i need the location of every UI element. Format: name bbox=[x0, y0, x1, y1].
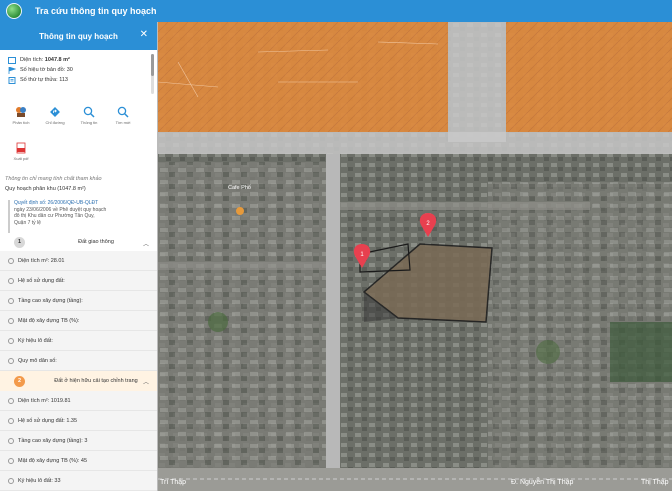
area-icon bbox=[8, 56, 16, 64]
section-1: 1 Đất giao thông ︿ Diện tích m²: 28.01 H… bbox=[0, 233, 157, 371]
bullet-icon bbox=[8, 477, 14, 484]
section-1-label: Đất giao thông bbox=[78, 238, 114, 245]
map-view[interactable]: 1 2 Cafe Phố Trí Thập Đ. Nguyễn Thị Thập… bbox=[158, 22, 672, 491]
app-title: Tra cứu thông tin quy hoạch bbox=[35, 6, 157, 16]
bullet-icon bbox=[8, 297, 14, 304]
bullet-icon bbox=[8, 277, 14, 284]
flag-icon bbox=[8, 66, 16, 74]
bullet-icon bbox=[8, 337, 14, 344]
action-bar: Phân tích Chỉ đường Thông tin Tìm mới bbox=[0, 106, 157, 142]
field-row: Diện tích m²: 28.01 bbox=[0, 251, 157, 271]
analysis-icon bbox=[16, 107, 26, 117]
bullet-icon bbox=[8, 397, 14, 404]
search-icon bbox=[117, 106, 129, 118]
parcel-info: Diện tích: 1047.8 m² Số hiệu tờ bản đồ: … bbox=[0, 50, 157, 106]
bullet-icon bbox=[8, 357, 14, 364]
section-1-header[interactable]: 1 Đất giao thông ︿ bbox=[0, 233, 157, 251]
decision-line-4: Quận 7 tỷ lệ bbox=[14, 219, 41, 226]
section-2-fields: Diện tích m²: 1019.81 Hệ số sử dụng đất:… bbox=[0, 391, 157, 491]
field-row: Tầng cao xây dựng (tầng): bbox=[0, 291, 157, 311]
top-bar: Tra cứu thông tin quy hoạch bbox=[0, 0, 672, 22]
road-label-right: Thị Thập bbox=[641, 479, 669, 486]
scrollbar[interactable] bbox=[150, 54, 155, 94]
field-row: Mật độ xây dựng TB (%): 45 bbox=[0, 451, 157, 471]
section-2: 2 Đất ở hiện hữu cải tạo chỉnh trang ︿ D… bbox=[0, 371, 157, 491]
field-row: Quy mô dân số: bbox=[0, 351, 157, 371]
action-thong-tin[interactable]: Thông tin bbox=[72, 106, 106, 142]
action-chi-duong[interactable]: Chỉ đường bbox=[38, 106, 72, 142]
section-2-label: Đất ở hiện hữu cải tạo chỉnh trang bbox=[54, 377, 138, 384]
field-row: Hệ số sử dụng đất: bbox=[0, 271, 157, 291]
close-icon[interactable]: ✕ bbox=[140, 30, 148, 40]
directions-icon bbox=[50, 107, 60, 117]
panel-header: Thông tin quy hoạch ✕ bbox=[0, 22, 157, 50]
decision-block: Quyết định số: 26/2006/QĐ-UB-QLĐT ngày 2… bbox=[8, 200, 153, 233]
section-1-number: 1 bbox=[14, 236, 25, 248]
bullet-icon bbox=[8, 257, 14, 264]
section-2-number: 2 bbox=[14, 375, 25, 387]
map-canvas[interactable]: 1 2 Cafe Phố Trí Thập Đ. Nguyễn Thị Thập… bbox=[158, 22, 672, 491]
section-1-fields: Diện tích m²: 28.01 Hệ số sử dụng đất: T… bbox=[0, 251, 157, 371]
field-row: Ký hiệu lô đất: 33 bbox=[0, 471, 157, 491]
bullet-icon bbox=[8, 437, 14, 444]
road-label-main: Đ. Nguyễn Thị Thập bbox=[511, 477, 573, 486]
road-label-left: Trí Thập bbox=[160, 479, 186, 486]
info-area: Diện tích: 1047.8 m² bbox=[8, 55, 157, 65]
zoom-info-icon bbox=[83, 106, 95, 118]
field-row: Mật độ xây dựng TB (%): bbox=[0, 311, 157, 331]
action-tim-moi[interactable]: Tìm mới bbox=[106, 106, 140, 142]
cafe-label: Cafe Phố bbox=[228, 185, 251, 191]
cafe-icon bbox=[236, 207, 244, 215]
export-pdf[interactable]: Xuất pdf bbox=[0, 142, 157, 170]
bullet-icon bbox=[8, 317, 14, 324]
info-map-sheet: Số hiệu tờ bản đồ: 30 bbox=[8, 65, 157, 75]
info-parcel-no: Số thứ tự thửa: 113 bbox=[8, 75, 157, 85]
pdf-icon bbox=[16, 142, 26, 154]
field-row: Diện tích m²: 1019.81 bbox=[0, 391, 157, 411]
field-row: Tầng cao xây dựng (tầng): 3 bbox=[0, 431, 157, 451]
chevron-up-icon[interactable]: ︿ bbox=[143, 239, 149, 248]
planning-info-panel: Thông tin quy hoạch ✕ Diện tích: 1047.8 … bbox=[0, 22, 158, 491]
panel-title: Thông tin quy hoạch bbox=[39, 31, 118, 41]
bullet-icon bbox=[8, 457, 14, 464]
action-phan-tich[interactable]: Phân tích bbox=[4, 106, 38, 142]
field-row: Ký hiệu lô đất: bbox=[0, 331, 157, 351]
chevron-up-icon[interactable]: ︿ bbox=[143, 377, 149, 386]
bullet-icon bbox=[8, 417, 14, 424]
section-2-header[interactable]: 2 Đất ở hiện hữu cải tạo chỉnh trang ︿ bbox=[0, 371, 157, 391]
doc-icon bbox=[8, 76, 16, 84]
zoning-plan-label: Quy hoạch phân khu (1047.8 m²) bbox=[5, 186, 86, 192]
field-row: Hệ số sử dụng đất: 1.35 bbox=[0, 411, 157, 431]
disclaimer-note: Thông tin chỉ mang tính chất tham khảo bbox=[5, 176, 102, 182]
app-logo-icon bbox=[6, 3, 22, 19]
